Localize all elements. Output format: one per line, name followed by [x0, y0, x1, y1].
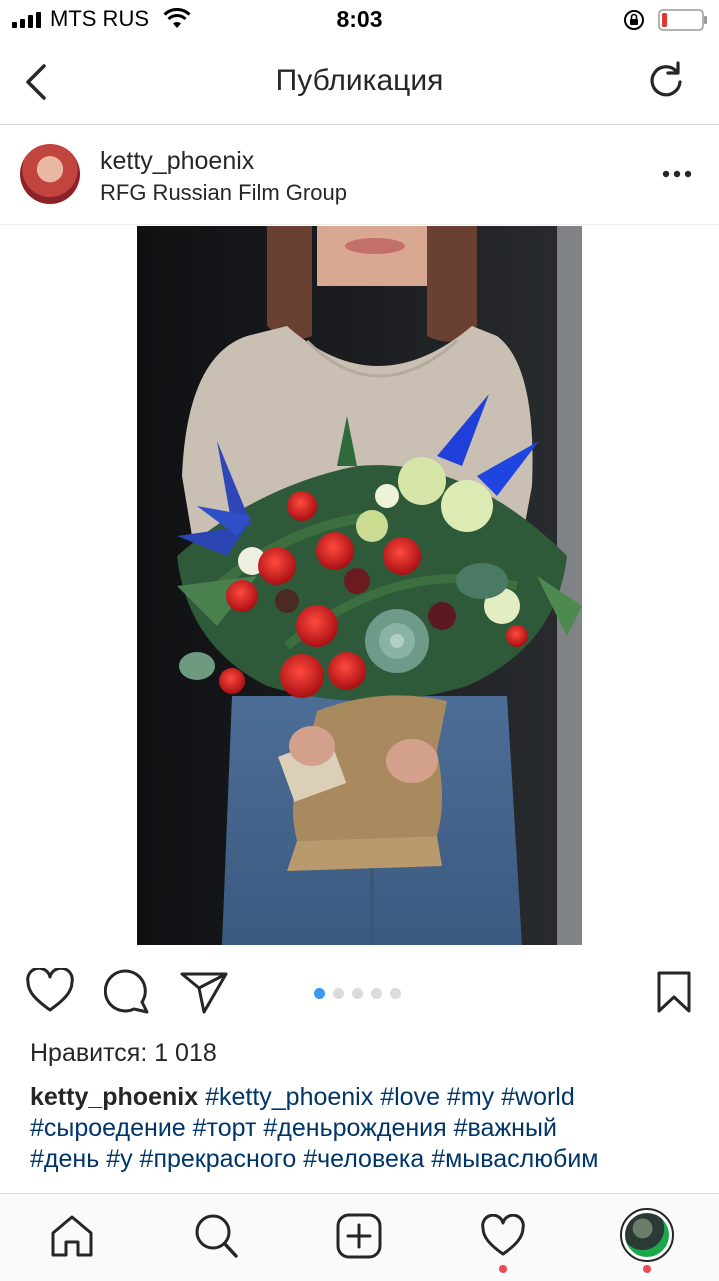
- profile-notification-dot: [643, 1265, 651, 1273]
- post-location[interactable]: RFG Russian Film Group: [100, 180, 347, 206]
- refresh-icon[interactable]: [646, 60, 686, 100]
- hashtag[interactable]: #love: [380, 1083, 440, 1111]
- carousel-dot: [352, 988, 363, 999]
- carousel-dot: [333, 988, 344, 999]
- avatar[interactable]: [20, 144, 80, 204]
- hashtag[interactable]: #деньрождения: [263, 1114, 446, 1142]
- hashtag[interactable]: #сыроедение: [30, 1114, 186, 1142]
- navigation-bar: Публикация: [0, 40, 719, 125]
- activity-notification-dot: [499, 1265, 507, 1273]
- page-title: Публикация: [275, 64, 444, 97]
- post-caption: ketty_phoenix #ketty_phoenix #love #my #…: [30, 1082, 700, 1175]
- share-icon[interactable]: [180, 970, 228, 1014]
- bookmark-icon[interactable]: [656, 970, 692, 1014]
- profile-tab-avatar[interactable]: [620, 1208, 674, 1262]
- caption-username[interactable]: ketty_phoenix: [30, 1083, 198, 1111]
- carousel-dot: [371, 988, 382, 999]
- likes-count[interactable]: Нравится: 1 018: [30, 1039, 217, 1068]
- carousel-dot: [390, 988, 401, 999]
- hashtag[interactable]: #my: [447, 1083, 494, 1111]
- carousel-indicator: [314, 986, 409, 999]
- hashtag[interactable]: #мываслюбим: [431, 1145, 598, 1173]
- like-icon[interactable]: [26, 968, 74, 1014]
- add-post-icon[interactable]: [336, 1213, 382, 1259]
- battery-icon: [658, 9, 707, 31]
- clock: 8:03: [336, 6, 383, 32]
- carousel-dot: [314, 988, 325, 999]
- activity-heart-icon[interactable]: [481, 1214, 525, 1258]
- hashtag[interactable]: #world: [501, 1083, 575, 1111]
- more-options-icon[interactable]: [660, 168, 694, 180]
- post-photo[interactable]: [137, 226, 582, 945]
- comment-icon[interactable]: [104, 968, 150, 1014]
- hashtag[interactable]: #ketty_phoenix: [205, 1083, 373, 1111]
- search-icon[interactable]: [194, 1213, 238, 1259]
- profile-avatar-image: [625, 1213, 669, 1257]
- post-username[interactable]: ketty_phoenix: [100, 147, 254, 176]
- hashtag[interactable]: #важный: [454, 1114, 557, 1142]
- hashtag[interactable]: #прекрасного: [140, 1145, 297, 1173]
- status-bar: MTS RUS 8:03: [0, 0, 719, 40]
- divider: [0, 224, 719, 225]
- hashtag[interactable]: #у: [106, 1145, 132, 1173]
- hashtag[interactable]: #человека: [303, 1145, 424, 1173]
- home-icon[interactable]: [50, 1214, 94, 1258]
- hashtag[interactable]: #торт: [193, 1114, 257, 1142]
- hashtag[interactable]: #день: [30, 1145, 99, 1173]
- orientation-lock-icon: [624, 10, 644, 30]
